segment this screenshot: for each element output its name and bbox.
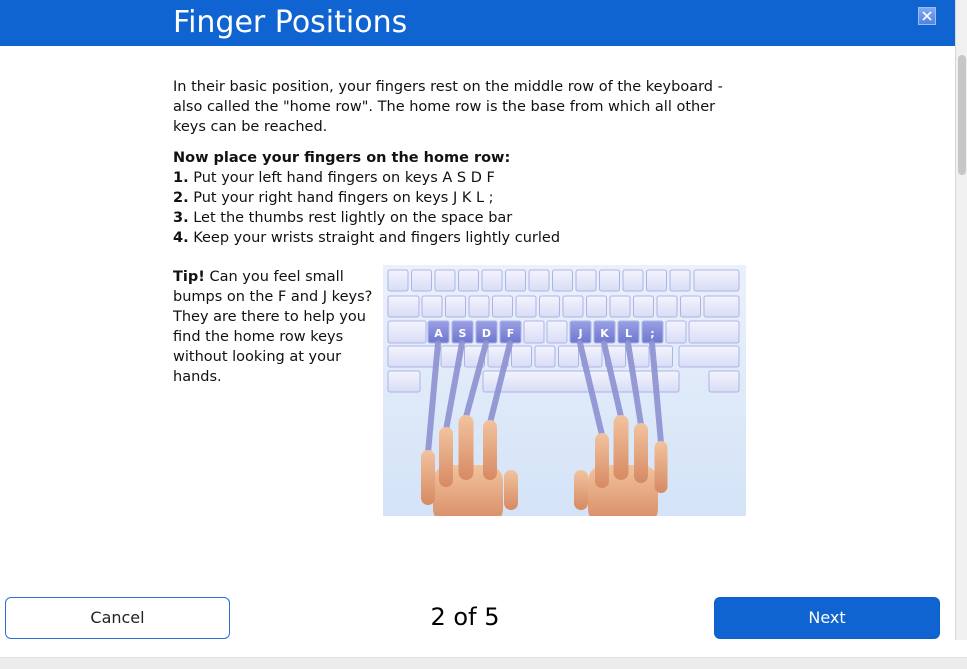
- keyboard-hands-image: A S D F J K L;: [387, 269, 740, 516]
- next-button[interactable]: Next: [714, 597, 940, 639]
- step-number: 3.: [173, 210, 189, 226]
- steps-heading: Now place your fingers on the home row:: [173, 150, 511, 166]
- home-key-label: J: [577, 327, 582, 340]
- window-title: Finger Positions: [173, 5, 408, 40]
- keyboard-key: [678, 345, 740, 368]
- keyboard-key: [421, 295, 443, 318]
- keyboard-key: [534, 345, 556, 368]
- keyboard-key: [575, 269, 597, 292]
- keyboard-key: [552, 269, 573, 292]
- step-number: 1.: [173, 170, 189, 186]
- home-key-label: D: [482, 327, 491, 340]
- keyboard-key: [505, 269, 526, 292]
- instructions: In their basic position, your fingers re…: [173, 77, 743, 248]
- home-key-label: L: [625, 327, 632, 340]
- title-bar: Finger Positions: [0, 0, 955, 46]
- keyboard-key: [680, 295, 701, 318]
- tip-label: Tip!: [173, 269, 205, 285]
- step-item: 1. Put your left hand fingers on keys A …: [173, 168, 743, 188]
- keyboard-illustration: A S D F J K L;: [383, 265, 746, 516]
- keyboard-key: [546, 320, 568, 344]
- keyboard-key: [693, 269, 740, 292]
- keyboard-key: [468, 295, 490, 318]
- bottom-edge: [0, 657, 967, 669]
- hand-finger: [483, 420, 497, 480]
- step-text: Keep your wrists straight and fingers li…: [193, 230, 561, 246]
- keyboard-key: [411, 269, 432, 292]
- page-indicator: 2 of 5: [430, 603, 500, 631]
- hand-finger: [634, 423, 648, 483]
- keyboard-key: [481, 269, 503, 292]
- keyboard-key: [387, 320, 427, 344]
- keyboard-key: [688, 320, 740, 344]
- next-label: Next: [808, 608, 846, 627]
- step-text: Let the thumbs rest lightly on the space…: [193, 210, 513, 226]
- hand-finger: [458, 415, 474, 480]
- scrollbar[interactable]: [955, 0, 967, 640]
- tip-body: Can you feel small bumps on the F and J …: [173, 269, 373, 385]
- keyboard-key: [387, 370, 421, 393]
- step-item: 4. Keep your wrists straight and fingers…: [173, 228, 743, 248]
- intro-text: In their basic position, your fingers re…: [173, 79, 723, 135]
- keyboard-key: [665, 320, 687, 344]
- keyboard-key: [387, 269, 409, 292]
- home-key-label: K: [600, 327, 609, 340]
- home-key-label: F: [507, 327, 515, 340]
- keyboard-key: [703, 295, 740, 318]
- keyboard-key: [445, 295, 466, 318]
- keyboard-key: [387, 345, 439, 368]
- keyboard-key: [586, 295, 607, 318]
- home-key-label: ;: [650, 327, 654, 340]
- hand-finger: [504, 470, 518, 510]
- home-key-label: S: [459, 327, 467, 340]
- keyboard-key: [511, 345, 532, 368]
- step-item: 2. Put your right hand fingers on keys J…: [173, 188, 743, 208]
- space-bar: [482, 370, 680, 393]
- step-item: 3. Let the thumbs rest lightly on the sp…: [173, 208, 743, 228]
- step-number: 4.: [173, 230, 189, 246]
- keyboard-key: [708, 370, 740, 393]
- keyboard-key: [523, 320, 545, 344]
- keyboard-key: [609, 295, 631, 318]
- hand-finger: [613, 415, 629, 480]
- keyboard-key: [492, 295, 513, 318]
- close-icon[interactable]: [918, 7, 936, 25]
- keyboard-key: [558, 345, 579, 368]
- hand-finger: [654, 441, 668, 493]
- keyboard-key: [562, 295, 584, 318]
- keyboard-key: [622, 269, 644, 292]
- step-number: 2.: [173, 190, 189, 206]
- keyboard-key: [515, 295, 537, 318]
- keyboard-key: [539, 295, 560, 318]
- step-text: Put your right hand fingers on keys J K …: [193, 190, 494, 206]
- keyboard-key: [656, 295, 678, 318]
- keyboard-key: [646, 269, 667, 292]
- scrollbar-thumb[interactable]: [958, 55, 966, 175]
- cancel-button[interactable]: Cancel: [5, 597, 230, 639]
- keyboard-key: [458, 269, 479, 292]
- keyboard-key: [528, 269, 550, 292]
- hand-finger: [574, 470, 588, 510]
- hand-finger: [595, 433, 609, 488]
- tip-text: Tip! Can you feel small bumps on the F a…: [173, 267, 383, 387]
- keyboard-key: [599, 269, 620, 292]
- step-text: Put your left hand fingers on keys A S D…: [193, 170, 495, 186]
- home-key-label: A: [434, 327, 443, 340]
- hand-finger: [421, 450, 435, 505]
- keyboard-key: [434, 269, 456, 292]
- keyboard-key: [387, 295, 420, 318]
- keyboard-key: [633, 295, 654, 318]
- keyboard-key: [669, 269, 691, 292]
- cancel-label: Cancel: [90, 608, 145, 627]
- hand-finger: [439, 427, 453, 487]
